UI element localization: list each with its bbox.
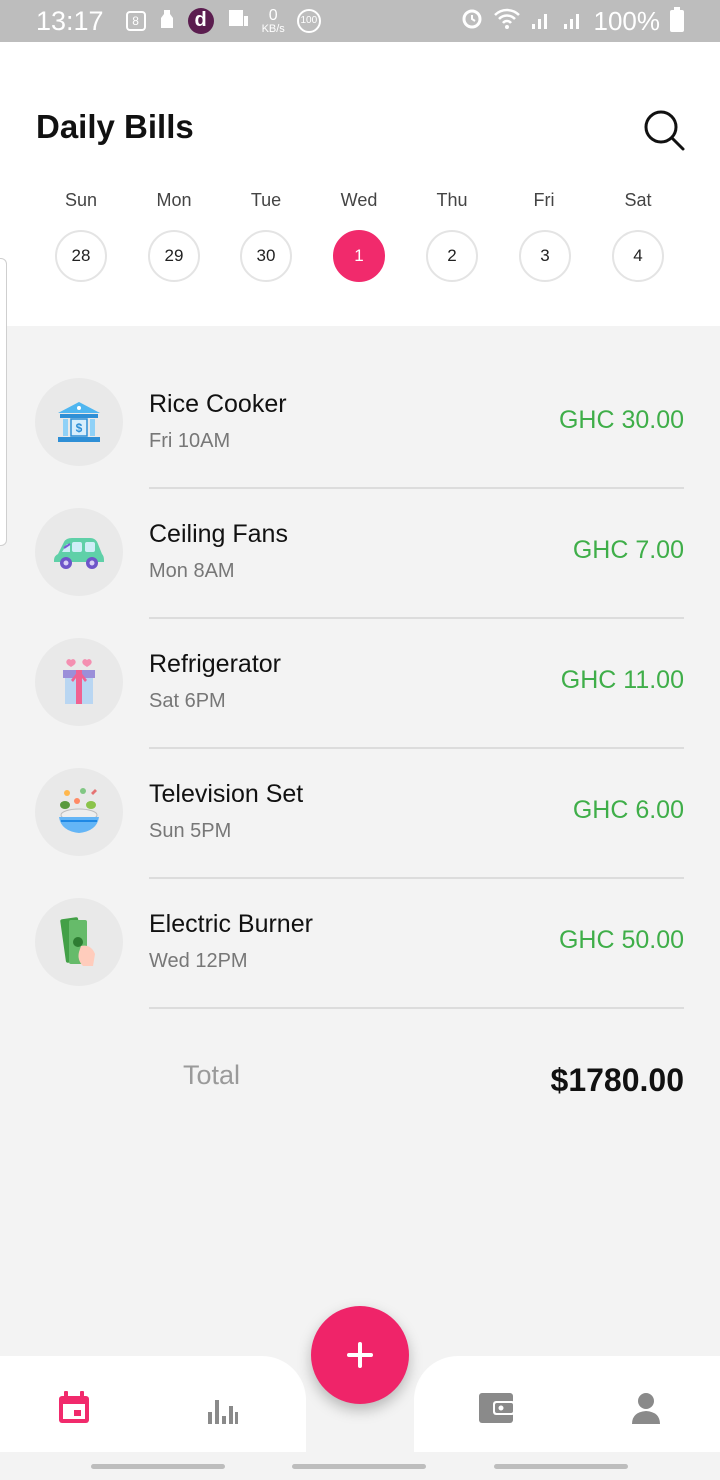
day-label-mon: Mon bbox=[156, 190, 192, 210]
bill-amount: GHC 11.00 bbox=[560, 666, 684, 694]
bottom-nav-right bbox=[414, 1356, 720, 1452]
wallet-icon bbox=[479, 1393, 515, 1423]
system-gesture-bar bbox=[0, 1452, 720, 1480]
system-icons: 100% bbox=[460, 5, 684, 37]
bill-time: Wed 12PM bbox=[149, 950, 248, 972]
day-label-fri: Fri bbox=[533, 190, 555, 210]
page-title: Daily Bills bbox=[36, 108, 194, 145]
bill-amount: GHC 50.00 bbox=[558, 926, 684, 954]
net-speed: 0 KB/s bbox=[261, 7, 285, 35]
add-bill-button[interactable] bbox=[311, 1306, 409, 1404]
add-icon bbox=[347, 1342, 373, 1368]
bill-time: Sat 6PM bbox=[149, 690, 226, 712]
bill-avatar: $ bbox=[35, 378, 123, 466]
bill-name: Television Set bbox=[149, 780, 304, 808]
day-29[interactable]: 29 bbox=[148, 230, 200, 282]
alarm-icon bbox=[460, 6, 484, 37]
day-label-thu: Thu bbox=[436, 190, 468, 210]
bill-time: Fri 10AM bbox=[149, 430, 231, 452]
day-label-sun: Sun bbox=[64, 190, 98, 210]
d-app-icon: d bbox=[187, 8, 214, 34]
notification-icons: 8 d 0 KB/s 100 bbox=[125, 6, 321, 37]
bar-chart-icon bbox=[208, 1400, 238, 1424]
bottom-nav-left bbox=[0, 1356, 306, 1452]
gesture-handle-right[interactable] bbox=[494, 1464, 628, 1469]
total-label: Total bbox=[183, 1060, 241, 1090]
svg-text:$: $ bbox=[76, 421, 83, 435]
app-header: Daily Bills Sun Mon Tue Wed Thu Fri Sat … bbox=[0, 42, 720, 326]
day-28[interactable]: 28 bbox=[55, 230, 107, 282]
search-icon bbox=[644, 110, 685, 151]
bottle-icon bbox=[158, 6, 176, 37]
day-3[interactable]: 3 bbox=[519, 230, 571, 282]
bill-time: Sun 5PM bbox=[149, 820, 232, 842]
bill-avatar bbox=[35, 898, 123, 986]
status-time: 13:17 bbox=[36, 5, 104, 36]
net-speed-unit: KB/s bbox=[261, 23, 285, 35]
bill-name: Ceiling Fans bbox=[149, 520, 288, 548]
day-1-selected[interactable]: 1 bbox=[333, 230, 385, 282]
bill-row[interactable]: $ Rice Cooker Fri 10AM GHC 30.00 bbox=[0, 358, 720, 489]
bill-row[interactable]: Ceiling Fans Mon 8AM GHC 7.00 bbox=[0, 488, 720, 619]
gesture-handle-center[interactable] bbox=[292, 1464, 426, 1469]
car-icon bbox=[54, 538, 104, 569]
bill-row[interactable]: Refrigerator Sat 6PM GHC 11.00 bbox=[0, 618, 720, 749]
cash-hand-icon bbox=[60, 917, 95, 966]
day-4[interactable]: 4 bbox=[612, 230, 664, 282]
bill-amount: GHC 7.00 bbox=[572, 536, 684, 564]
bill-row[interactable]: Television Set Sun 5PM GHC 6.00 bbox=[0, 748, 720, 879]
sim-icon: 8 bbox=[125, 11, 146, 31]
nav-calendar-button[interactable] bbox=[50, 1384, 98, 1432]
day-label-wed: Wed bbox=[340, 190, 378, 210]
search-button[interactable] bbox=[640, 106, 688, 154]
bill-row[interactable]: Electric Burner Wed 12PM GHC 50.00 bbox=[0, 878, 720, 1009]
bill-name: Refrigerator bbox=[149, 650, 281, 678]
bill-avatar bbox=[35, 768, 123, 856]
gesture-handle-left[interactable] bbox=[91, 1464, 225, 1469]
bill-name: Rice Cooker bbox=[149, 390, 287, 418]
day-2[interactable]: 2 bbox=[426, 230, 478, 282]
signal-icon-2 bbox=[562, 6, 584, 37]
nav-wallet-button[interactable] bbox=[472, 1384, 520, 1432]
gift-icon bbox=[63, 659, 95, 704]
day-30[interactable]: 30 bbox=[240, 230, 292, 282]
bill-time: Mon 8AM bbox=[149, 560, 235, 582]
status-bar: 13:17 8 d 0 KB/s 100 100% bbox=[0, 0, 720, 42]
food-bowl-icon bbox=[59, 788, 99, 833]
day-label-tue: Tue bbox=[250, 190, 282, 210]
bill-avatar bbox=[35, 638, 123, 726]
row-divider bbox=[149, 1007, 684, 1009]
total-value: $1780.00 bbox=[550, 1062, 684, 1098]
bill-amount: GHC 6.00 bbox=[572, 796, 684, 824]
download-icon bbox=[226, 6, 250, 37]
signal-icon-1 bbox=[530, 6, 552, 37]
bill-avatar bbox=[35, 508, 123, 596]
profile-icon bbox=[632, 1393, 660, 1424]
net-speed-value: 0 bbox=[268, 7, 278, 24]
nav-profile-button[interactable] bbox=[622, 1384, 670, 1432]
day-label-sat: Sat bbox=[624, 190, 652, 210]
wifi-icon bbox=[493, 6, 520, 37]
bank-icon: $ bbox=[58, 402, 100, 442]
battery-level: 100% bbox=[593, 5, 661, 36]
battery-icon bbox=[670, 7, 684, 32]
bill-name: Electric Burner bbox=[149, 910, 313, 938]
bill-amount: GHC 30.00 bbox=[558, 406, 684, 434]
calendar-icon bbox=[59, 1391, 89, 1423]
badge-count-icon: 100 bbox=[296, 9, 321, 33]
nav-stats-button[interactable] bbox=[198, 1384, 246, 1432]
